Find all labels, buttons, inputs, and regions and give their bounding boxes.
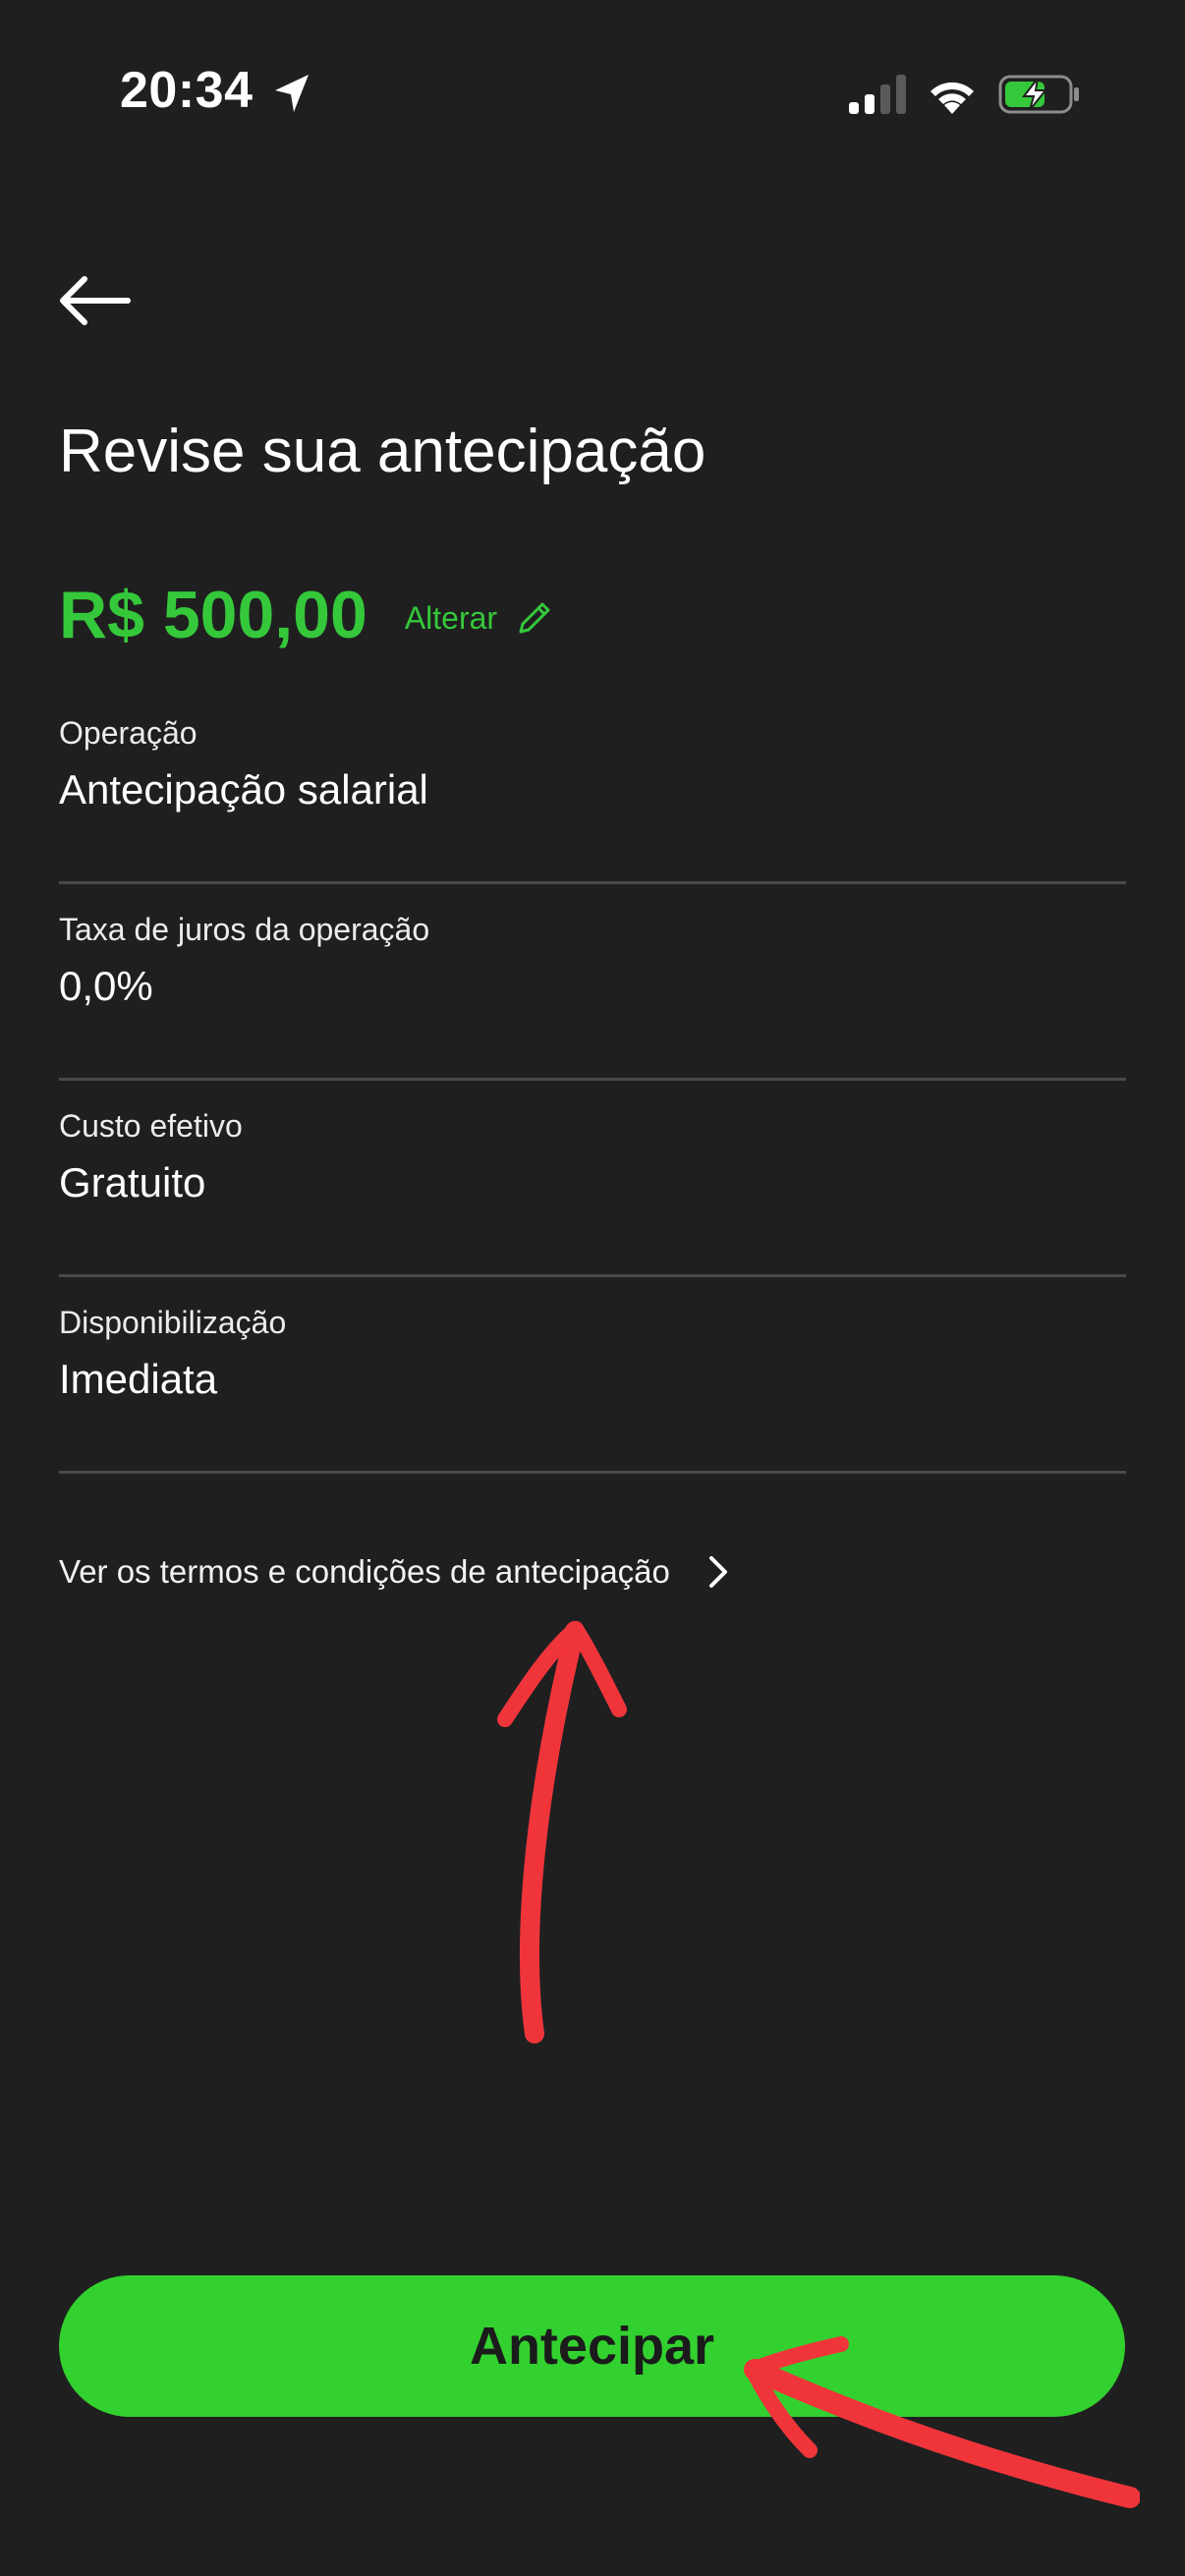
detail-availability: Disponibilização Imediata xyxy=(59,1277,1126,1474)
detail-value: Imediata xyxy=(59,1356,218,1402)
status-time: 20:34 xyxy=(120,62,254,119)
back-button[interactable] xyxy=(55,271,134,330)
amount-row: R$ 500,00 Alterar xyxy=(59,576,554,654)
terms-link[interactable]: Ver os termos e condições de antecipação xyxy=(59,1544,733,1599)
details-list: Operação Antecipação salarial Taxa de ju… xyxy=(59,688,1126,1474)
page-title: Revise sua antecipação xyxy=(59,418,706,485)
detail-value: Gratuito xyxy=(59,1159,206,1205)
detail-value: 0,0% xyxy=(59,963,153,1009)
detail-label: Operação xyxy=(59,715,198,751)
battery-charging-icon xyxy=(998,75,1079,114)
annotation-arrow-up xyxy=(497,1621,627,2044)
terms-label: Ver os termos e condições de antecipação xyxy=(59,1553,670,1590)
alter-amount-link[interactable]: Alterar xyxy=(405,598,554,638)
location-arrow-icon xyxy=(275,75,309,112)
amount-value: R$ 500,00 xyxy=(59,578,367,652)
antecipar-button-label: Antecipar xyxy=(469,2317,715,2376)
wifi-icon xyxy=(931,82,974,114)
detail-operation: Operação Antecipação salarial xyxy=(59,688,1126,884)
antecipar-button[interactable]: Antecipar xyxy=(59,2275,1125,2417)
detail-effective-cost: Custo efetivo Gratuito xyxy=(59,1081,1126,1277)
detail-value: Antecipação salarial xyxy=(59,766,428,812)
detail-label: Disponibilização xyxy=(59,1305,287,1340)
detail-interest-rate: Taxa de juros da operação 0,0% xyxy=(59,884,1126,1081)
detail-label: Taxa de juros da operação xyxy=(59,912,430,947)
pencil-icon xyxy=(519,602,550,634)
arrow-left-icon xyxy=(60,276,131,325)
alter-label: Alterar xyxy=(404,599,498,636)
signal-icon xyxy=(849,75,906,114)
chevron-right-icon xyxy=(708,1556,727,1588)
detail-label: Custo efetivo xyxy=(59,1108,243,1144)
status-bar: 20:34 xyxy=(0,0,1185,196)
